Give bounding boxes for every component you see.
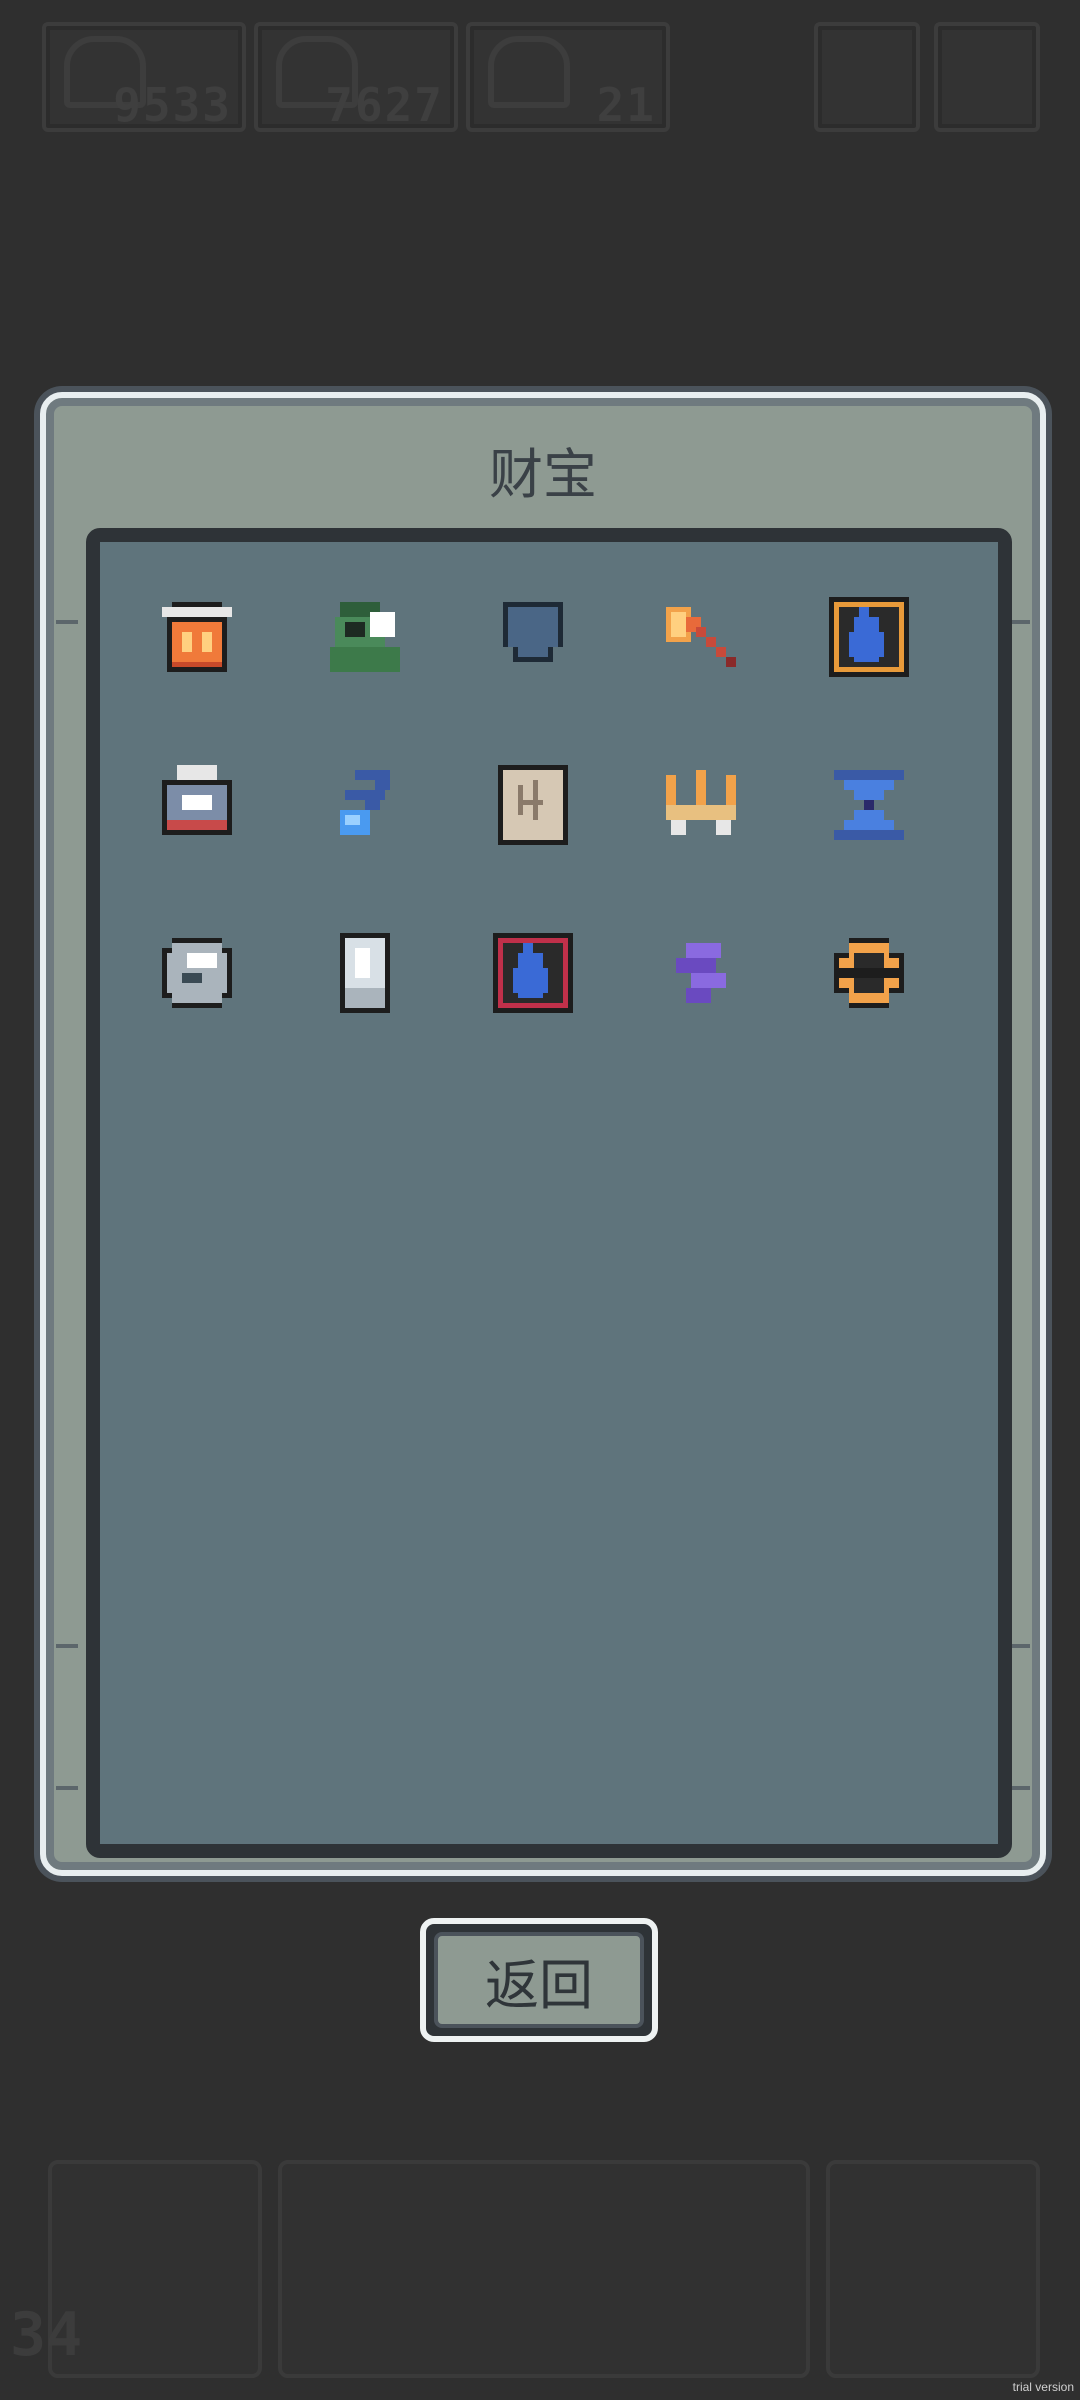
watermark: trial version: [1012, 2380, 1074, 2394]
red-flame-frame-icon[interactable]: [488, 928, 578, 1018]
hud-resource-3: 21: [466, 22, 670, 132]
back-button-label: 返回: [434, 1932, 644, 2028]
treasure-panel: 财宝: [40, 392, 1046, 1876]
panel-title: 财宝: [489, 443, 597, 506]
shield-icon[interactable]: [488, 592, 578, 682]
hud-resource-1: 9533: [42, 22, 246, 132]
rivet: [56, 1786, 78, 1790]
bottom-slot-center[interactable]: [278, 2160, 810, 2378]
purple-claw-icon[interactable]: [656, 928, 746, 1018]
blue-feather-icon[interactable]: [320, 760, 410, 850]
hourglass-icon[interactable]: [824, 760, 914, 850]
level-number: 34: [10, 2300, 83, 2370]
rivet: [56, 620, 78, 624]
rivet: [56, 1644, 78, 1648]
gem-pile-icon: [488, 36, 570, 108]
green-hood-icon[interactable]: [320, 592, 410, 682]
bottom-slot-right[interactable]: [826, 2160, 1040, 2378]
resource-1-value: 9533: [113, 78, 232, 132]
hud-button-right[interactable]: [934, 22, 1040, 132]
axe-icon[interactable]: [656, 592, 746, 682]
locked-chest-icon[interactable]: [152, 760, 242, 850]
golden-crown-icon[interactable]: [656, 760, 746, 850]
back-button[interactable]: 返回: [420, 1918, 658, 2042]
parchment-scroll-icon[interactable]: [488, 760, 578, 850]
resource-2-value: 7627: [325, 78, 444, 132]
lantern-icon[interactable]: [152, 592, 242, 682]
golden-ring-icon[interactable]: [824, 928, 914, 1018]
blue-flame-frame-icon[interactable]: [824, 592, 914, 682]
hud-resource-2: 7627: [254, 22, 458, 132]
resource-3-value: 21: [596, 78, 656, 132]
hud-button-left[interactable]: [814, 22, 920, 132]
mirror-stone-icon[interactable]: [320, 928, 410, 1018]
treasure-grid: [86, 528, 1012, 1858]
silver-orb-icon[interactable]: [152, 928, 242, 1018]
